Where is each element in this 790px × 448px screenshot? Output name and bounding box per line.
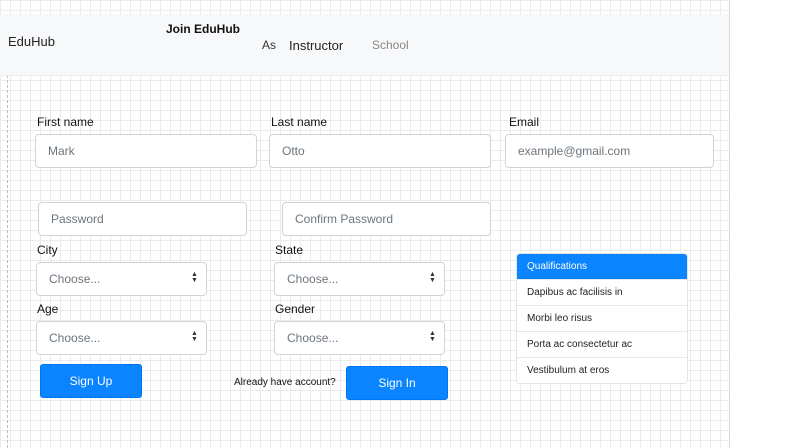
city-select-value: Choose... xyxy=(49,272,101,286)
age-label: Age xyxy=(37,302,59,316)
gender-select[interactable]: Choose... ▲ ▼ xyxy=(274,321,445,355)
city-select[interactable]: Choose... ▲ ▼ xyxy=(36,262,207,296)
brand-logo[interactable]: EduHub xyxy=(8,34,55,49)
sign-up-button[interactable]: Sign Up xyxy=(40,364,142,398)
select-caret-icon: ▲ ▼ xyxy=(429,271,436,284)
role-prefix: As xyxy=(262,38,277,52)
gender-select-value: Choose... xyxy=(287,331,339,345)
age-select[interactable]: Choose... ▲ ▼ xyxy=(36,321,207,355)
right-pane xyxy=(729,0,790,448)
role-school-tab[interactable]: School xyxy=(372,38,409,52)
last-name-input[interactable] xyxy=(269,134,491,168)
first-name-label: First name xyxy=(37,115,94,129)
qualifications-header[interactable]: Qualifications xyxy=(517,254,687,279)
page-title: Join EduHub xyxy=(166,22,240,36)
state-select-value: Choose... xyxy=(287,272,339,286)
select-caret-icon: ▲ ▼ xyxy=(191,330,198,343)
last-name-label: Last name xyxy=(271,115,328,129)
first-name-input[interactable] xyxy=(35,134,257,168)
role-instructor-tab[interactable]: Instructor xyxy=(289,38,343,53)
list-item[interactable]: Vestibulum at eros xyxy=(517,357,687,383)
city-label: City xyxy=(37,243,58,257)
confirm-password-input[interactable] xyxy=(282,202,491,236)
gender-label: Gender xyxy=(275,302,316,316)
header-bar: EduHub Join EduHub As Instructor School xyxy=(0,14,729,76)
sign-in-button[interactable]: Sign In xyxy=(346,366,448,400)
select-caret-icon: ▲ ▼ xyxy=(429,330,436,343)
list-item[interactable]: Dapibus ac facilisis in xyxy=(517,279,687,305)
already-account-text: Already have account? xyxy=(234,377,336,388)
list-item[interactable]: Porta ac consectetur ac xyxy=(517,331,687,357)
email-label: Email xyxy=(509,115,540,129)
list-item[interactable]: Morbi leo risus xyxy=(517,305,687,331)
state-select[interactable]: Choose... ▲ ▼ xyxy=(274,262,445,296)
qualifications-list: Qualifications Dapibus ac facilisis in M… xyxy=(516,253,688,384)
state-label: State xyxy=(275,243,304,257)
guide-line xyxy=(7,75,8,448)
email-input[interactable] xyxy=(505,134,714,168)
age-select-value: Choose... xyxy=(49,331,101,345)
select-caret-icon: ▲ ▼ xyxy=(191,271,198,284)
password-input[interactable] xyxy=(38,202,247,236)
